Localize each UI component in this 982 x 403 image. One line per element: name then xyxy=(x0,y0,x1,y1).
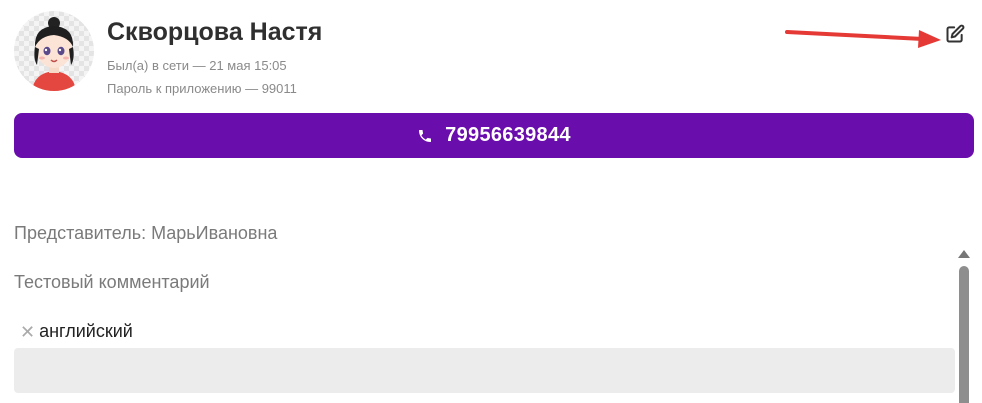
tag-chip: ✕ английский xyxy=(20,321,133,342)
representative-text: Представитель: МарьИвановна xyxy=(14,223,278,243)
scroll-up-arrow[interactable] xyxy=(958,250,970,258)
scrollbar-thumb[interactable] xyxy=(959,266,969,403)
tag-input[interactable] xyxy=(14,348,955,393)
last-seen-text: Был(а) в сети — 21 мая 15:05 xyxy=(107,58,287,73)
phone-icon xyxy=(419,129,432,142)
edit-button[interactable] xyxy=(941,20,969,48)
annotation-arrow xyxy=(785,30,941,48)
avatar xyxy=(14,11,94,91)
app-password-text: Пароль к приложению — 99011 xyxy=(107,81,297,96)
tag-label: английский xyxy=(39,321,133,341)
phone-number: 79956639844 xyxy=(445,124,571,146)
comment-text: Тестовый комментарий xyxy=(14,272,210,292)
edit-icon xyxy=(946,24,965,43)
profile-name: Скворцова Настя xyxy=(107,18,323,46)
call-phone-button[interactable]: 79956639844 xyxy=(14,113,974,158)
close-icon[interactable]: ✕ xyxy=(20,323,35,341)
